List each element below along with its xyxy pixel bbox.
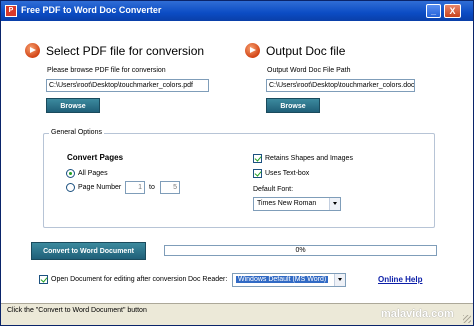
convert-pages-label: Convert Pages <box>67 153 124 162</box>
pdf-app-icon: P <box>5 5 17 17</box>
all-pages-label: All Pages <box>78 170 108 177</box>
page-to-input[interactable]: 5 <box>160 181 180 194</box>
arrow-right-icon <box>245 43 260 58</box>
conversion-progress-bar: 0% <box>164 245 437 256</box>
open-document-checkbox[interactable] <box>39 275 48 284</box>
uses-textbox-label: Uses Text-box <box>265 170 310 177</box>
status-text: Click the "Convert to Word Document" but… <box>7 307 147 314</box>
select-pdf-heading: Select PDF file for conversion <box>46 44 205 58</box>
output-doc-heading: Output Doc file <box>266 44 346 58</box>
online-help-link[interactable]: Online Help <box>378 275 422 284</box>
default-font-label: Default Font: <box>253 186 294 193</box>
general-options-legend: General Options <box>49 129 104 136</box>
convert-button[interactable]: Convert to Word Document <box>31 242 146 260</box>
page-number-radio[interactable] <box>66 183 75 192</box>
general-options-group <box>43 133 435 228</box>
minimize-button[interactable]: _ <box>426 4 441 18</box>
doc-path-input[interactable]: C:\Users\root\Desktop\touchmarker_colors… <box>266 79 415 92</box>
page-number-label: Page Number <box>78 184 122 191</box>
default-font-select[interactable]: Times New Roman <box>253 197 341 211</box>
all-pages-radio[interactable] <box>66 169 75 178</box>
chevron-down-icon[interactable] <box>329 198 340 210</box>
select-pdf-hint: Please browse PDF file for conversion <box>47 67 166 74</box>
doc-reader-value: Windows Default (MS Word) <box>236 276 329 283</box>
to-label: to <box>149 184 155 191</box>
browse-pdf-button[interactable]: Browse <box>46 98 100 113</box>
retain-shapes-checkbox[interactable] <box>253 154 262 163</box>
watermark-text: malavida.com <box>381 308 454 320</box>
doc-reader-label: Doc Reader: <box>188 276 228 283</box>
doc-reader-select[interactable]: Windows Default (MS Word) <box>232 273 346 287</box>
window-title: Free PDF to Word Doc Converter <box>21 5 162 15</box>
chevron-down-icon[interactable] <box>334 274 345 286</box>
close-button[interactable]: X <box>444 4 461 18</box>
arrow-right-icon <box>25 43 40 58</box>
browse-doc-button[interactable]: Browse <box>266 98 320 113</box>
default-font-value: Times New Roman <box>257 200 317 207</box>
progress-text: 0% <box>295 247 306 254</box>
retain-shapes-label: Retains Shapes and Images <box>265 155 353 162</box>
title-bar[interactable]: P Free PDF to Word Doc Converter _ X <box>1 1 473 21</box>
pdf-path-input[interactable]: C:\Users\root\Desktop\touchmarker_colors… <box>46 79 209 92</box>
page-from-input[interactable]: 1 <box>125 181 145 194</box>
output-doc-hint: Output Word Doc File Path <box>267 67 351 74</box>
resize-grip-icon[interactable] <box>463 315 471 323</box>
open-document-label: Open Document for editing after conversi… <box>51 276 187 283</box>
app-window: P Free PDF to Word Doc Converter _ X Sel… <box>0 0 474 326</box>
uses-textbox-checkbox[interactable] <box>253 169 262 178</box>
